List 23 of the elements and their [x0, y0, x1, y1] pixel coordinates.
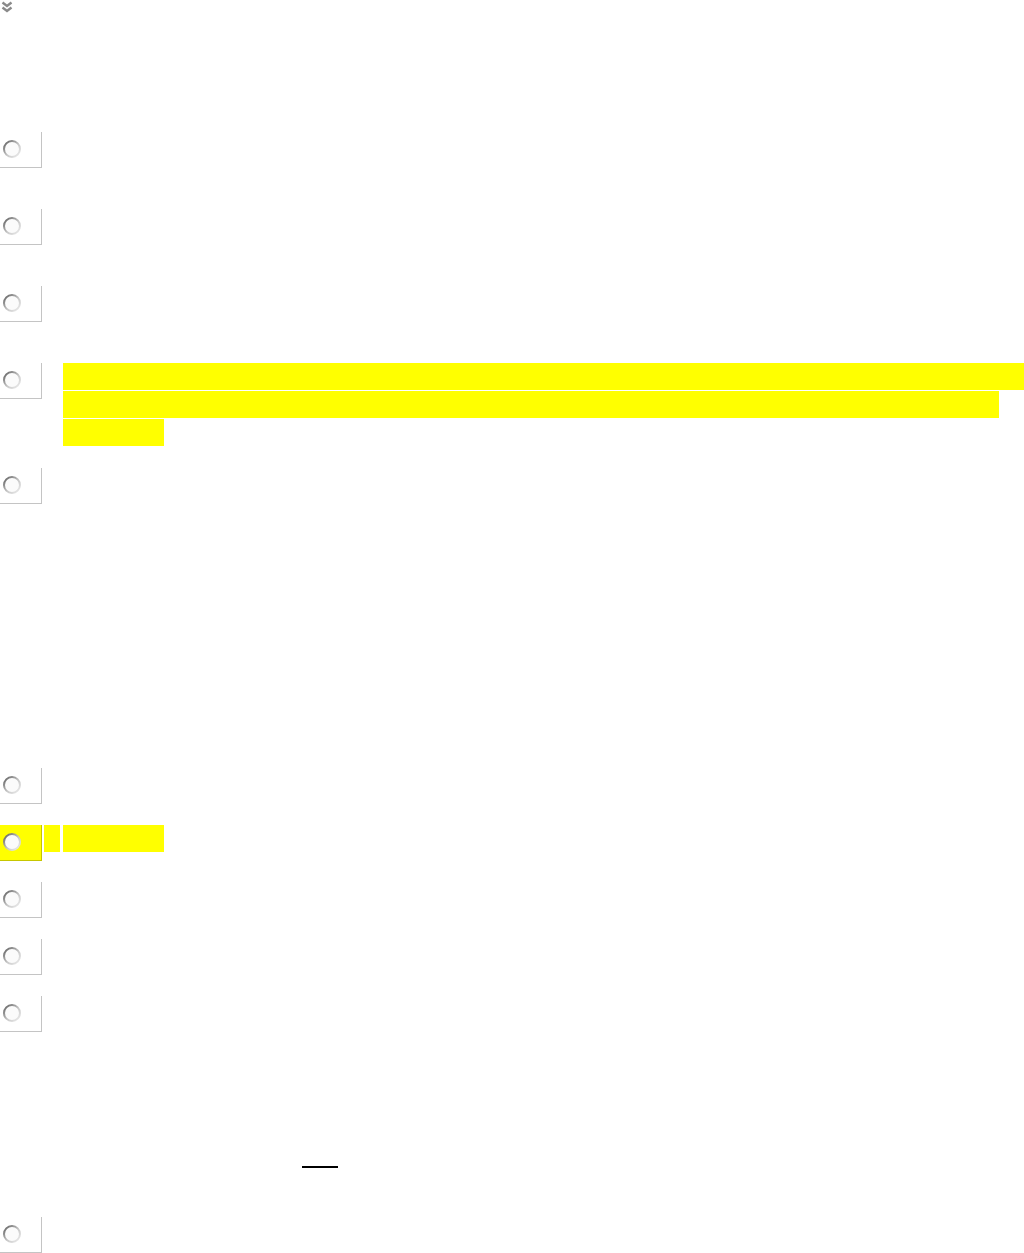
radio-button[interactable]	[3, 1004, 21, 1022]
radio-button[interactable]	[3, 371, 21, 389]
option-tile[interactable]	[0, 209, 42, 245]
option-tile[interactable]	[0, 996, 42, 1032]
radio-button[interactable]	[3, 947, 21, 965]
radio-button[interactable]	[3, 776, 21, 794]
option-tile[interactable]	[0, 468, 42, 504]
radio-button[interactable]	[3, 294, 21, 312]
option-tile[interactable]	[0, 825, 42, 861]
option-tile[interactable]	[0, 1217, 42, 1253]
option-tile[interactable]	[0, 939, 42, 975]
radio-button[interactable]	[3, 890, 21, 908]
radio-button[interactable]	[3, 217, 21, 235]
option-tile[interactable]	[0, 132, 42, 168]
radio-button[interactable]	[3, 476, 21, 494]
option-tile[interactable]	[0, 882, 42, 918]
option-tile[interactable]	[0, 286, 42, 322]
radio-button[interactable]	[3, 833, 21, 851]
option-tile[interactable]	[0, 363, 42, 399]
double-chevron-down-icon[interactable]	[1, 1, 13, 13]
option-tile[interactable]	[0, 768, 42, 804]
radio-button[interactable]	[3, 140, 21, 158]
radio-button[interactable]	[3, 1225, 21, 1243]
